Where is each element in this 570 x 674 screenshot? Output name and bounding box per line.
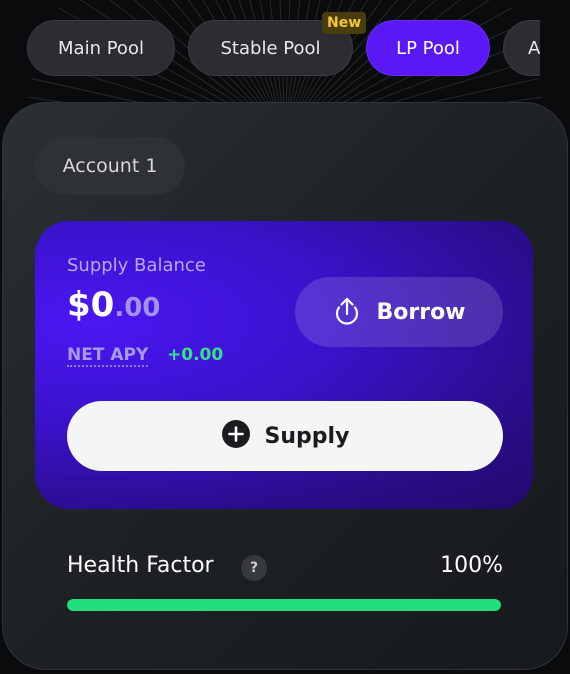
supply-button[interactable]: Supply [67,401,503,471]
supply-label: Supply [264,423,350,449]
pool-card: Account 1 Supply Balance $0.00 NET APY +… [2,102,568,670]
amount-cents: .00 [114,293,161,323]
account-selector[interactable]: Account 1 [35,137,185,195]
tab-main-pool[interactable]: Main Pool [27,20,175,76]
health-factor-value: 100% [440,553,503,578]
net-apy-label[interactable]: NET APY [67,345,149,367]
health-factor-fill [67,599,501,611]
pool-tabs: Main Pool Stable Pool LP Pool A New [0,0,540,100]
plus-circle-icon [221,419,251,453]
new-badge: New [322,12,367,34]
amount-main: $0 [67,285,115,325]
help-icon[interactable]: ? [241,555,267,581]
supply-panel: Supply Balance $0.00 NET APY +0.00 Borro… [35,221,533,509]
supply-balance-label: Supply Balance [67,255,206,276]
borrow-button[interactable]: Borrow [295,277,503,347]
tab-lp-pool[interactable]: LP Pool [366,20,490,76]
supply-balance-amount: $0.00 [67,285,160,325]
health-factor-bar [67,599,501,611]
health-factor-label: Health Factor [67,553,214,578]
borrow-label: Borrow [376,299,466,325]
upload-icon [332,295,362,329]
tab-more-pool[interactable]: A [503,20,540,76]
net-apy-value: +0.00 [167,345,224,365]
